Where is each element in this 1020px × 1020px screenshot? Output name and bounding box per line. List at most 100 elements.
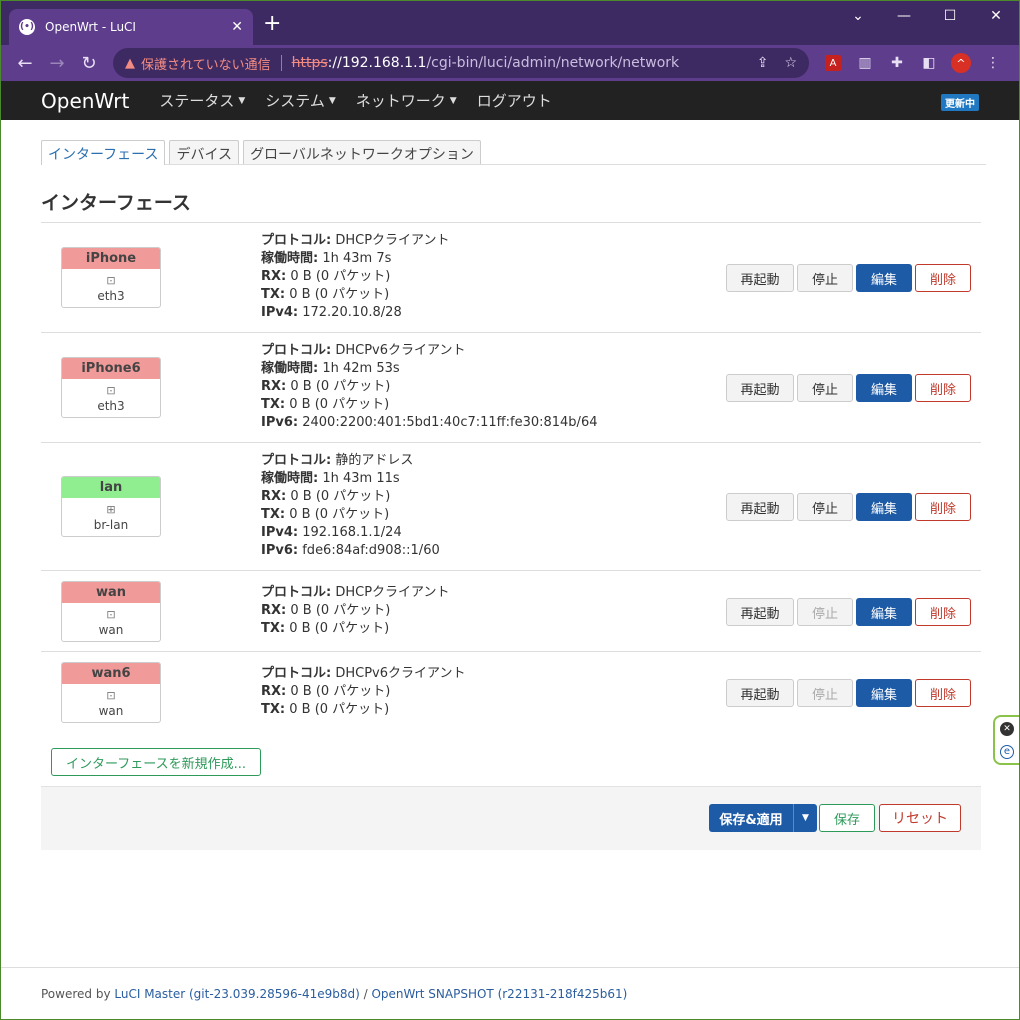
tab-interfaces[interactable]: インターフェース bbox=[41, 140, 166, 165]
delete-button[interactable]: 削除 bbox=[915, 679, 971, 707]
ipv4-value: 192.168.1.1/24 bbox=[302, 525, 402, 540]
minimize-icon[interactable]: — bbox=[881, 1, 927, 31]
stop-button[interactable]: 停止 bbox=[797, 493, 853, 521]
ethernet-port-icon: ⊡ bbox=[106, 608, 116, 621]
openwrt-brand[interactable]: OpenWrt bbox=[41, 89, 129, 113]
warning-icon[interactable]: ▲ bbox=[125, 56, 135, 71]
dropdown-caret-icon[interactable]: ▼ bbox=[793, 804, 817, 832]
profile-avatar[interactable]: ^ bbox=[951, 53, 971, 73]
caret-down-icon: ▼ bbox=[449, 95, 457, 106]
reload-icon[interactable]: ↻ bbox=[73, 53, 105, 74]
ethernet-port-icon: ⊡ bbox=[106, 274, 116, 287]
section-title: インターフェース bbox=[41, 188, 981, 223]
back-icon[interactable]: ← bbox=[9, 53, 41, 74]
share-icon[interactable]: ⇪ bbox=[757, 55, 769, 71]
rx-label: RX: bbox=[261, 269, 287, 284]
stop-button[interactable]: 停止 bbox=[797, 264, 853, 292]
restart-button[interactable]: 再起動 bbox=[726, 679, 794, 707]
e-extension-icon[interactable]: e bbox=[1000, 744, 1014, 759]
address-bar[interactable]: ▲ 保護されていない通信 https ://192.168.1.1 /cgi-b… bbox=[113, 48, 809, 78]
stop-button[interactable]: 停止 bbox=[797, 374, 853, 402]
page-actions: 保存&適用 ▼ 保存 リセット bbox=[41, 786, 981, 850]
info-extension-icon[interactable]: ▥ bbox=[849, 55, 881, 71]
close-tab-icon[interactable]: ✕ bbox=[231, 19, 243, 35]
edit-button[interactable]: 編集 bbox=[856, 679, 912, 707]
pdf-extension-icon[interactable]: A bbox=[825, 55, 841, 71]
save-apply-button[interactable]: 保存&適用 ▼ bbox=[709, 804, 817, 832]
interface-row-lan: lan ⊞ br-lan プロトコル: 静的アドレス 稼働時間: 1h 43m … bbox=[41, 443, 981, 571]
delete-button[interactable]: 削除 bbox=[915, 264, 971, 292]
browser-tab[interactable]: ((•)) OpenWrt - LuCI ✕ bbox=[9, 9, 253, 45]
restart-button[interactable]: 再起動 bbox=[726, 264, 794, 292]
row-actions: 再起動 停止 編集 削除 bbox=[723, 493, 971, 521]
menu-status[interactable]: ステータス ▼ bbox=[159, 90, 245, 111]
uptime-value: 1h 43m 7s bbox=[322, 251, 392, 266]
menu-status-label: ステータス bbox=[159, 92, 235, 110]
tx-value: 0 B (0 パケット) bbox=[289, 702, 390, 717]
edit-button[interactable]: 編集 bbox=[856, 598, 912, 626]
uptime-label: 稼働時間: bbox=[261, 361, 319, 376]
forward-icon[interactable]: → bbox=[41, 53, 73, 74]
protocol-value: 静的アドレス bbox=[335, 453, 414, 468]
luci-version-link[interactable]: LuCI Master (git-23.039.28596-41e9b8d) bbox=[114, 987, 359, 1001]
menu-system[interactable]: システム ▼ bbox=[265, 90, 335, 111]
rx-label: RX: bbox=[261, 379, 287, 394]
openwrt-version-link[interactable]: OpenWrt SNAPSHOT (r22131-218f425b61) bbox=[371, 987, 627, 1001]
menu-network[interactable]: ネットワーク ▼ bbox=[356, 90, 457, 111]
interface-name: iPhone bbox=[62, 248, 160, 269]
openwrt-favicon-icon: ((•)) bbox=[16, 19, 38, 35]
rx-value: 0 B (0 パケット) bbox=[290, 269, 391, 284]
protocol-label: プロトコル: bbox=[261, 666, 332, 681]
maximize-icon[interactable]: ☐ bbox=[927, 1, 973, 31]
edit-button[interactable]: 編集 bbox=[856, 374, 912, 402]
rx-label: RX: bbox=[261, 603, 287, 618]
footer-separator: / bbox=[359, 987, 372, 1001]
tx-label: TX: bbox=[261, 397, 286, 412]
restart-button[interactable]: 再起動 bbox=[726, 374, 794, 402]
row-actions: 再起動 停止 編集 削除 bbox=[723, 264, 971, 292]
new-tab-button[interactable]: + bbox=[263, 13, 281, 35]
tab-devices[interactable]: デバイス bbox=[169, 140, 240, 164]
restart-button[interactable]: 再起動 bbox=[726, 598, 794, 626]
menu-logout[interactable]: ログアウト bbox=[477, 90, 552, 111]
edit-button[interactable]: 編集 bbox=[856, 264, 912, 292]
menu-kebab-icon[interactable]: ⋮ bbox=[977, 55, 1009, 71]
tab-search-icon[interactable]: ⌄ bbox=[835, 1, 881, 31]
puzzle-extensions-icon[interactable]: ✚ bbox=[881, 55, 913, 71]
close-window-icon[interactable]: ✕ bbox=[973, 1, 1019, 31]
insecure-label[interactable]: 保護されていない通信 bbox=[141, 54, 271, 73]
interface-row-wan6: wan6 ⊡ wan プロトコル: DHCPv6クライアント RX: 0 B (… bbox=[41, 652, 981, 734]
interface-badge: wan6 ⊡ wan bbox=[61, 662, 161, 723]
interface-device: wan bbox=[98, 704, 124, 718]
side-panel-icon[interactable]: ◧ bbox=[913, 55, 945, 71]
interface-row-iphone6: iPhone6 ⊡ eth3 プロトコル: DHCPv6クライアント 稼働時間:… bbox=[41, 333, 981, 443]
delete-button[interactable]: 削除 bbox=[915, 598, 971, 626]
restart-button[interactable]: 再起動 bbox=[726, 493, 794, 521]
caret-down-icon: ▼ bbox=[328, 95, 336, 106]
edit-button[interactable]: 編集 bbox=[856, 493, 912, 521]
reset-button[interactable]: リセット bbox=[879, 804, 961, 832]
save-button[interactable]: 保存 bbox=[819, 804, 875, 832]
close-circle-icon[interactable]: ✕ bbox=[1000, 721, 1014, 736]
menu-logout-label: ログアウト bbox=[476, 92, 552, 110]
delete-button[interactable]: 削除 bbox=[915, 493, 971, 521]
delete-button[interactable]: 削除 bbox=[915, 374, 971, 402]
interface-info: プロトコル: DHCPv6クライアント RX: 0 B (0 パケット) TX:… bbox=[261, 665, 466, 719]
uptime-label: 稼働時間: bbox=[261, 471, 319, 486]
refreshing-badge[interactable]: 更新中 bbox=[941, 94, 979, 111]
row-actions: 再起動 停止 編集 削除 bbox=[723, 374, 971, 402]
cbi-tabs: インターフェース デバイス グローバルネットワークオプション bbox=[41, 140, 986, 165]
tx-label: TX: bbox=[261, 507, 286, 522]
interface-device: eth3 bbox=[97, 399, 125, 413]
openwrt-header: OpenWrt ステータス ▼ システム ▼ ネットワーク ▼ ログアウト 更新中 bbox=[1, 81, 1019, 120]
add-interface-button[interactable]: インターフェースを新規作成... bbox=[51, 748, 261, 776]
stop-button[interactable]: 停止 bbox=[797, 679, 853, 707]
ethernet-port-icon: ⊡ bbox=[106, 689, 116, 702]
browser-window: ((•)) OpenWrt - LuCI ✕ + ⌄ — ☐ ✕ ← → ↻ ▲… bbox=[0, 0, 1020, 1020]
tab-global-options[interactable]: グローバルネットワークオプション bbox=[243, 140, 481, 164]
uptime-label: 稼働時間: bbox=[261, 251, 319, 266]
interface-device: eth3 bbox=[97, 289, 125, 303]
bookmark-star-icon[interactable]: ☆ bbox=[784, 55, 797, 71]
stop-button[interactable]: 停止 bbox=[797, 598, 853, 626]
interface-name: iPhone6 bbox=[62, 358, 160, 379]
